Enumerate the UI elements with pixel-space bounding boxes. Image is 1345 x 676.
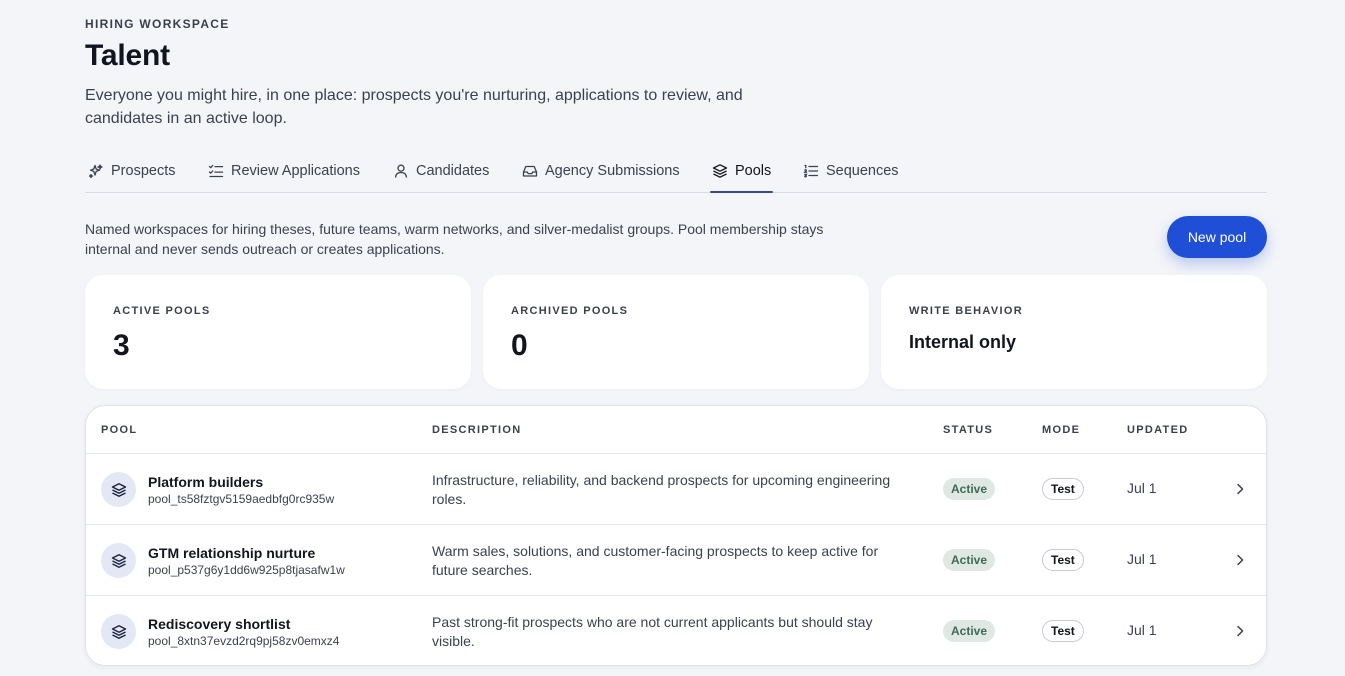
pool-name: Rediscovery shortlist: [148, 616, 291, 632]
tab-candidates[interactable]: Candidates: [393, 150, 489, 192]
pool-name: Platform builders: [148, 474, 264, 490]
column-header-mode: MODE: [1042, 424, 1081, 436]
status-badge: Active: [943, 620, 996, 642]
tab-sequences[interactable]: Sequences: [803, 150, 899, 192]
pool-avatar: [101, 614, 136, 649]
page-subtitle: Everyone you might hire, in one place: p…: [85, 87, 743, 127]
pool-avatar: [101, 472, 136, 507]
sparkles-icon: [88, 164, 103, 179]
tab-label: Review Applications: [231, 163, 360, 179]
page-title: Talent: [85, 39, 170, 72]
pools-table: POOL DESCRIPTION STATUS MODE UPDATED Pla…: [85, 405, 1267, 666]
user-icon: [394, 164, 408, 178]
tab-pools[interactable]: Pools: [709, 150, 774, 193]
stat-card-archived-pools: ARCHIVED POOLS 0: [483, 275, 869, 389]
list-ordered-icon: [803, 164, 819, 178]
table-row[interactable]: Platform builders pool_ts58fztgv5159aedb…: [86, 454, 1266, 525]
stat-label: WRITE BEHAVIOR: [909, 305, 1023, 317]
pool-description: Infrastructure, reliability, and backend…: [432, 472, 891, 507]
status-badge: Active: [943, 549, 996, 571]
column-header-pool: POOL: [101, 424, 138, 436]
pool-description: Past strong-fit prospects who are not cu…: [432, 614, 873, 649]
updated-date: Jul 1: [1127, 480, 1157, 496]
inbox-icon: [522, 165, 538, 177]
column-header-description: DESCRIPTION: [432, 424, 522, 436]
stat-card-write-behavior: WRITE BEHAVIOR Internal only: [881, 275, 1267, 389]
table-row[interactable]: Rediscovery shortlist pool_8xtn37evzd2rq…: [86, 596, 1266, 665]
table-header: POOL DESCRIPTION STATUS MODE UPDATED: [86, 406, 1266, 454]
tab-label: Agency Submissions: [545, 163, 680, 179]
chevron-right-icon[interactable]: [1232, 552, 1248, 568]
mode-badge: Test: [1042, 620, 1084, 642]
layers-icon: [712, 164, 728, 178]
checklist-icon: [208, 164, 224, 178]
mode-badge: Test: [1042, 478, 1084, 500]
tab-label: Sequences: [826, 163, 899, 179]
tab-bar: Prospects Review Applications Candidates: [85, 150, 1267, 193]
mode-badge: Test: [1042, 549, 1084, 571]
column-header-status: STATUS: [943, 424, 994, 436]
pool-name: GTM relationship nurture: [148, 545, 316, 561]
stat-label: ACTIVE POOLS: [113, 305, 211, 317]
updated-date: Jul 1: [1127, 622, 1157, 638]
pool-avatar: [101, 543, 136, 578]
workspace-eyebrow: HIRING WORKSPACE: [85, 17, 230, 31]
new-pool-button[interactable]: New pool: [1167, 216, 1267, 258]
status-badge: Active: [943, 478, 996, 500]
tab-prospects[interactable]: Prospects: [88, 150, 175, 192]
layers-icon: [111, 482, 126, 497]
updated-date: Jul 1: [1127, 551, 1157, 567]
chevron-right-icon[interactable]: [1232, 623, 1248, 639]
pool-id: pool_ts58fztgv5159aedbfg0rc935w: [148, 492, 335, 506]
pool-id: pool_8xtn37evzd2rq9pj58zv0emxz4: [148, 634, 340, 648]
chevron-right-icon[interactable]: [1232, 481, 1248, 497]
tab-label: Pools: [735, 163, 772, 179]
stat-card-active-pools: ACTIVE POOLS 3: [85, 275, 471, 389]
pool-description: Warm sales, solutions, and customer-faci…: [432, 543, 879, 578]
pool-id: pool_p537g6y1dd6w925p8tjasafw1w: [148, 563, 345, 577]
layers-icon: [111, 553, 126, 568]
layers-icon: [111, 624, 126, 639]
tab-label: Prospects: [111, 163, 176, 179]
stat-value: Internal only: [909, 332, 1017, 352]
tab-review-applications[interactable]: Review Applications: [208, 150, 360, 192]
stat-value: 0: [511, 329, 528, 362]
tab-label: Candidates: [416, 163, 490, 179]
column-header-updated: UPDATED: [1127, 424, 1189, 436]
stat-value: 3: [113, 329, 130, 362]
pools-description: Named workspaces for hiring theses, futu…: [85, 221, 824, 257]
stat-label: ARCHIVED POOLS: [511, 305, 629, 317]
tab-agency-submissions[interactable]: Agency Submissions: [522, 150, 680, 192]
table-row[interactable]: GTM relationship nurture pool_p537g6y1dd…: [86, 525, 1266, 596]
